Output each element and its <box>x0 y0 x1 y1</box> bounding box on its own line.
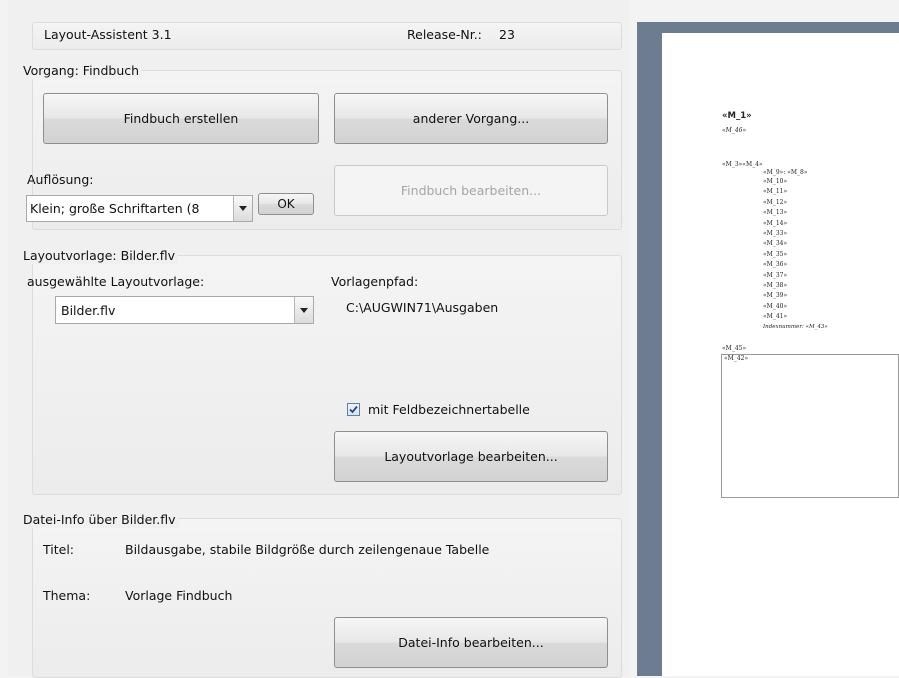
preview-field: «M_34» <box>763 240 788 248</box>
preview-field: «M_39» <box>763 292 788 300</box>
checkmark-icon <box>349 405 358 414</box>
preview-field: «M_38» <box>763 282 788 289</box>
resolution-label: Auflösung: <box>27 172 94 187</box>
preview-field: «M_35» <box>763 250 788 258</box>
findbuch-erstellen-button[interactable]: Findbuch erstellen <box>43 93 319 144</box>
preview-field: «M_37» <box>763 271 788 279</box>
layout-select[interactable]: Bilder.flv <box>55 296 314 324</box>
path-label: Vorlagenpfad: <box>331 274 419 289</box>
preview-subheading: «M_46» <box>722 127 747 134</box>
datei-info-bearbeiten-button[interactable]: Datei-Info bearbeiten... <box>334 617 608 668</box>
chevron-down-icon[interactable] <box>294 297 313 323</box>
preview-field: «M_14» <box>763 219 788 227</box>
selected-layout-label: ausgewählte Layoutvorlage: <box>27 274 205 289</box>
titel-value: Bildausgabe, stabile Bildgröße durch zei… <box>125 542 490 557</box>
preview-row-second: «M_9»: «M_8» <box>763 169 808 176</box>
anderer-vorgang-button[interactable]: anderer Vorgang... <box>334 93 608 144</box>
preview-field: «M_13» <box>763 209 788 217</box>
preview-field: «M_40» <box>763 302 788 310</box>
layout-select-value: Bilder.flv <box>61 302 116 318</box>
thema-value: Vorlage Findbuch <box>125 588 233 603</box>
chevron-down-icon[interactable] <box>233 196 252 221</box>
preview-field: «M_36» <box>763 261 788 269</box>
preview-heading: «M_1» <box>722 111 752 121</box>
preview-field: «M_10» <box>763 178 788 185</box>
vorgang-group-title: Vorgang: Findbuch <box>23 63 143 79</box>
thema-label: Thema: <box>43 588 91 603</box>
datei-info-group-title: Datei-Info über Bilder.flv <box>23 512 179 528</box>
header-bar: Layout-Assistent 3.1 Release-Nr.: 23 <box>32 22 622 50</box>
preview-field: «M_41» <box>763 313 788 321</box>
preview-image-box <box>721 354 899 498</box>
preview-field: «M_12» <box>763 198 788 206</box>
path-value: C:\AUGWIN71\Ausgaben <box>346 300 499 315</box>
feldbezeichnertabelle-label[interactable]: mit Feldbezeichnertabelle <box>368 402 530 418</box>
preview-field: «M_33» <box>763 230 788 237</box>
feldbezeichnertabelle-checkbox[interactable] <box>347 403 360 416</box>
release-value: 23 <box>499 27 515 42</box>
preview-field: «M_11» <box>763 188 788 196</box>
findbuch-bearbeiten-button[interactable]: Findbuch bearbeiten... <box>334 165 608 216</box>
titel-label: Titel: <box>43 542 74 557</box>
preview-row-head: «M_3»«M_4» <box>722 161 763 168</box>
app-title: Layout-Assistent 3.1 <box>44 27 172 42</box>
preview-index-line: Indexnummer: «M_43» <box>763 324 828 330</box>
release-label: Release-Nr.: <box>407 27 482 42</box>
layoutvorlage-group-title: Layoutvorlage: Bilder.flv <box>23 248 179 264</box>
preview-footer-1: «M_45» <box>722 345 747 352</box>
layoutvorlage-bearbeiten-button[interactable]: Layoutvorlage bearbeiten... <box>334 431 608 482</box>
ok-button[interactable]: OK <box>258 193 314 215</box>
resolution-select[interactable]: Klein; große Schriftarten (8 <box>26 195 253 222</box>
resolution-value: Klein; große Schriftarten (8 <box>30 201 200 216</box>
